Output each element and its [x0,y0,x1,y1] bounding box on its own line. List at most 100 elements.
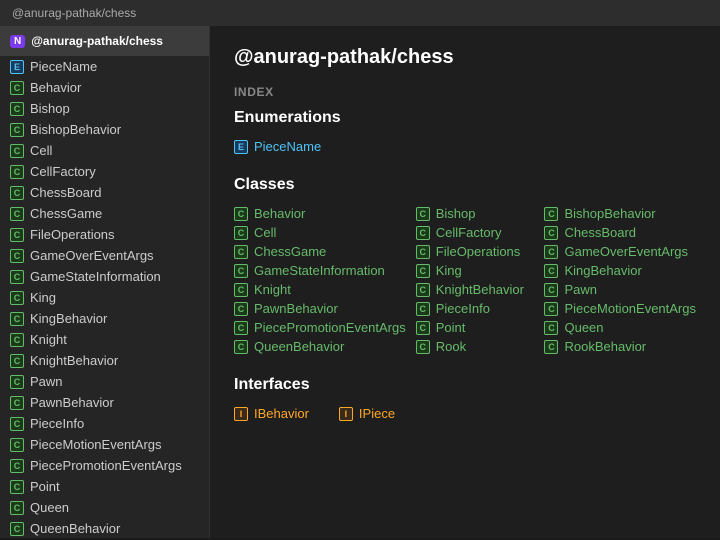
class-item[interactable]: CChessBoard [544,223,696,242]
class-item[interactable]: CPieceMotionEventArgs [544,299,696,318]
class-badge: C [416,321,430,335]
sidebar-item[interactable]: CKing [0,287,209,308]
class-item[interactable]: CBehavior [234,204,406,223]
sidebar-item[interactable]: CPieceInfo [0,413,209,434]
sidebar-item[interactable]: C GameOverEventArgs [0,245,209,266]
class-item[interactable]: CKingBehavior [544,261,696,280]
class-label: Queen [564,320,603,335]
sidebar-item[interactable]: CChessGame [0,203,209,224]
class-label: RookBehavior [564,339,646,354]
interfaces-section: Interfaces IIBehaviorIIPiece [234,376,696,423]
sidebar-item-label: Knight [30,332,67,347]
class-item[interactable]: CGameStateInformation [234,261,406,280]
interface-item[interactable]: IIBehavior [234,404,309,423]
class-item[interactable]: CRookBehavior [544,337,696,356]
classes-section: Classes CBehaviorCCellCChessGameCGameSta… [234,176,696,356]
class-badge: C [234,245,248,259]
sidebar-badge: C [10,522,24,536]
sidebar-badge: C [10,186,24,200]
sidebar-item[interactable]: CKnightBehavior [0,350,209,371]
classes-col3: C BishopBehavior CChessBoardCGameOverEvent… [544,204,696,356]
sidebar-item[interactable]: CPoint [0,476,209,497]
class-badge: C [544,207,558,221]
class-item[interactable]: C Bishop [416,204,535,223]
class-label: Point [436,320,466,335]
class-badge: C [416,264,430,278]
sidebar-item[interactable]: CKingBehavior [0,308,209,329]
class-badge: C [416,245,430,259]
interface-item[interactable]: IIPiece [339,404,395,423]
class-item[interactable]: CQueenBehavior [234,337,406,356]
sidebar-badge: C [10,228,24,242]
sidebar: N @anurag-pathak/chess EPieceNameCBehavi… [0,26,210,538]
class-item[interactable]: C Queen [544,318,696,337]
sidebar-item[interactable]: CChessBoard [0,182,209,203]
sidebar-item[interactable]: CGameStateInformation [0,266,209,287]
class-label: Cell [254,225,276,240]
class-item[interactable]: CCellFactory [416,223,535,242]
class-label: Bishop [436,206,476,221]
sidebar-badge: C [10,207,24,221]
class-label: PieceInfo [436,301,490,316]
sidebar-item-label: PieceName [30,59,97,74]
sidebar-badge: C [10,480,24,494]
class-item[interactable]: CGameOverEventArgs [544,242,696,261]
sidebar-item[interactable]: EPieceName [0,56,209,77]
class-item[interactable]: CPieceInfo [416,299,535,318]
class-item[interactable]: CKnightBehavior [416,280,535,299]
class-label: Knight [254,282,291,297]
class-badge: C [234,207,248,221]
classes-grid: CBehaviorCCellCChessGameCGameStateInform… [234,204,696,356]
sidebar-header-label: @anurag-pathak/chess [31,34,163,48]
sidebar-badge: C [10,165,24,179]
sidebar-item[interactable]: CCellFactory [0,161,209,182]
sidebar-item-label: Bishop [30,101,70,116]
sidebar-item[interactable]: CPawn [0,371,209,392]
class-item[interactable]: C Point [416,318,535,337]
sidebar-item-label: KnightBehavior [30,353,118,368]
sidebar-badge: C [10,270,24,284]
sidebar-item[interactable]: CPawnBehavior [0,392,209,413]
enum-item[interactable]: EPieceName [234,137,696,156]
sidebar-header[interactable]: N @anurag-pathak/chess [0,26,209,56]
sidebar-badge: C [10,102,24,116]
sidebar-badge: C [10,333,24,347]
class-label: King [436,263,462,278]
class-badge: C [544,283,558,297]
sidebar-item[interactable]: CQueenBehavior [0,518,209,538]
sidebar-item[interactable]: CBishopBehavior [0,119,209,140]
sidebar-item[interactable]: C Knight [0,329,209,350]
sidebar-item[interactable]: CPieceMotionEventArgs [0,434,209,455]
class-item[interactable]: CRook [416,337,535,356]
sidebar-item-label: GameOverEventArgs [30,248,154,263]
classes-col2: CBishopCCellFactoryCFileOperationsCKingC… [416,204,535,356]
class-item[interactable]: CPiecePromotionEventArgs [234,318,406,337]
class-badge: C [416,207,430,221]
class-item[interactable]: C BishopBehavior [544,204,696,223]
interface-label: IBehavior [254,406,309,421]
class-badge: C [416,340,430,354]
class-item[interactable]: C King [416,261,535,280]
sidebar-item[interactable]: CQueen [0,497,209,518]
sidebar-item[interactable]: C Bishop [0,98,209,119]
class-label: BishopBehavior [564,206,655,221]
sidebar-item[interactable]: CCell [0,140,209,161]
class-item[interactable]: CPawnBehavior [234,299,406,318]
sidebar-badge: C [10,249,24,263]
sidebar-badge: C [10,375,24,389]
sidebar-item[interactable]: CBehavior [0,77,209,98]
sidebar-badge: C [10,312,24,326]
class-item[interactable]: CChessGame [234,242,406,261]
class-badge: C [544,321,558,335]
sidebar-item[interactable]: CFileOperations [0,224,209,245]
index-label: INDEX [234,85,696,99]
sidebar-item[interactable]: CPiecePromotionEventArgs [0,455,209,476]
sidebar-item-label: Behavior [30,80,81,95]
sidebar-item-label: PiecePromotionEventArgs [30,458,182,473]
class-item[interactable]: C FileOperations [416,242,535,261]
class-item[interactable]: CCell [234,223,406,242]
class-badge: C [416,283,430,297]
class-label: FileOperations [436,244,521,259]
class-item[interactable]: CPawn [544,280,696,299]
class-item[interactable]: CKnight [234,280,406,299]
